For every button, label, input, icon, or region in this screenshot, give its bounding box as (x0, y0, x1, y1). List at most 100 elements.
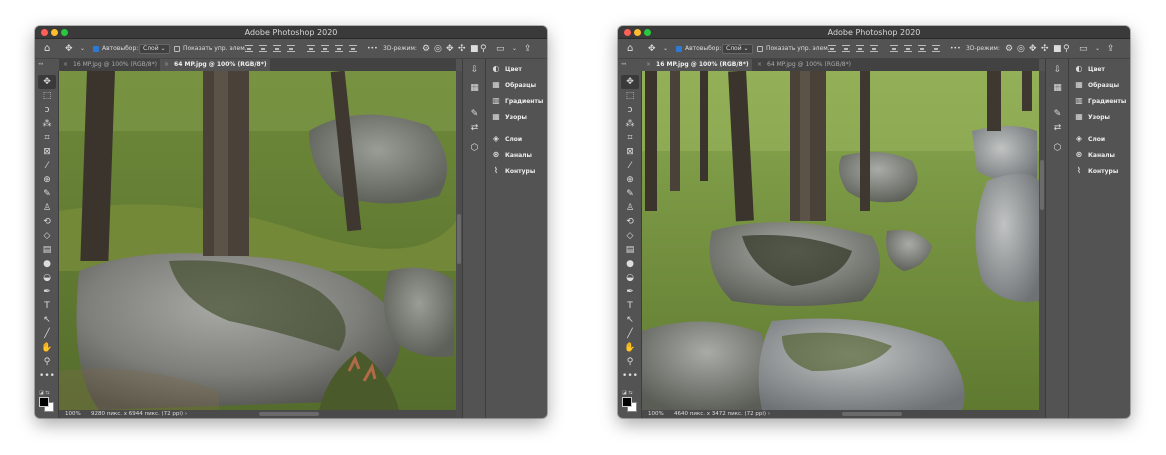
distribute-icon[interactable] (349, 45, 357, 52)
align-top-icon[interactable] (287, 45, 295, 52)
eyedropper-tool-icon[interactable]: ⁄ (38, 159, 56, 173)
brush-settings-icon[interactable]: ✎ (468, 109, 481, 120)
slide-3d-icon[interactable]: ✣ (458, 43, 466, 55)
pan-3d-icon[interactable]: ✥ (446, 43, 454, 55)
hand-tool-icon[interactable]: ✋ (38, 341, 56, 355)
pan-3d-icon[interactable]: ✥ (1029, 43, 1037, 55)
move-tool-icon[interactable]: ✥ (65, 43, 73, 55)
close-icon[interactable]: × (646, 61, 651, 68)
chevron-down-icon[interactable]: ⌄ (1095, 39, 1100, 59)
distribute-icon[interactable] (321, 45, 329, 52)
roll-3d-icon[interactable]: ◎ (1017, 43, 1025, 55)
panel-layers[interactable]: ◈ Слои (491, 133, 522, 145)
camera-3d-icon[interactable]: ■ (1053, 43, 1062, 55)
panel-paths[interactable]: ⌇ Контуры (1074, 165, 1118, 177)
search-icon[interactable]: ⚲ (480, 43, 487, 55)
adjustments-icon[interactable]: ⇄ (468, 123, 481, 134)
lasso-tool-icon[interactable]: ↄ (38, 103, 56, 117)
align-center-icon[interactable] (842, 45, 850, 52)
line-tool-icon[interactable]: ╱ (38, 327, 56, 341)
document-canvas[interactable] (642, 71, 1039, 410)
home-icon[interactable]: ⌂ (44, 43, 56, 55)
properties-icon[interactable]: ▦ (1051, 83, 1064, 94)
blur-tool-icon[interactable]: ● (38, 257, 56, 271)
align-center-icon[interactable] (259, 45, 267, 52)
tab-document[interactable]: × 16 MP.jpg @ 100% (RGB/8*) (59, 59, 159, 71)
align-left-icon[interactable] (828, 45, 836, 52)
tab-document[interactable]: × 64 MP.jpg @ 100% (RGB/8*) (753, 59, 853, 71)
dodge-tool-icon[interactable]: ◒ (38, 271, 56, 285)
blur-tool-icon[interactable]: ● (621, 257, 639, 271)
zoom-level[interactable]: 100% (65, 410, 81, 418)
collapse-icon[interactable]: ◂◂ (38, 61, 43, 67)
distribute-icon[interactable] (932, 45, 940, 52)
chevron-down-icon[interactable]: ⌄ (663, 39, 668, 59)
move-tool-icon[interactable]: ✥ (38, 75, 56, 89)
marquee-tool-icon[interactable]: ⬚ (38, 89, 56, 103)
pen-tool-icon[interactable]: ✒ (38, 285, 56, 299)
zoom-level[interactable]: 100% (648, 410, 664, 418)
crop-tool-icon[interactable]: ⌗ (621, 131, 639, 145)
panel-patterns[interactable]: ▦ Узоры (491, 111, 527, 123)
3d-icon[interactable]: ⬡ (1051, 143, 1064, 154)
hand-tool-icon[interactable]: ✋ (621, 341, 639, 355)
distribute-icon[interactable] (918, 45, 926, 52)
close-icon[interactable]: × (63, 61, 68, 68)
path-select-icon[interactable]: ↖ (621, 313, 639, 327)
document-dimensions[interactable]: 4640 пикс. x 3472 пикс. (72 ppi) › (674, 410, 770, 418)
close-icon[interactable]: × (164, 61, 169, 68)
panel-paths[interactable]: ⌇ Контуры (491, 165, 535, 177)
panel-layers[interactable]: ◈ Слои (1074, 133, 1105, 145)
share-icon[interactable]: ⇪ (1107, 43, 1115, 55)
align-right-icon[interactable] (273, 45, 281, 52)
gradient-tool-icon[interactable]: ▤ (38, 243, 56, 257)
horizontal-scrollbar[interactable] (259, 412, 319, 416)
close-icon[interactable]: × (757, 61, 762, 68)
show-transform-checkbox[interactable] (174, 46, 180, 52)
history-icon[interactable]: ⇩ (468, 65, 481, 76)
chevron-down-icon[interactable]: ⌄ (80, 39, 85, 59)
share-icon[interactable]: ⇪ (524, 43, 532, 55)
autoselect-select[interactable]: Слой ⌄ (722, 44, 753, 54)
eraser-tool-icon[interactable]: ◇ (621, 229, 639, 243)
scroll-thumb[interactable] (457, 214, 461, 264)
foreground-color-swatch[interactable] (622, 397, 632, 407)
home-icon[interactable]: ⌂ (627, 43, 639, 55)
panel-channels[interactable]: ⊛ Каналы (1074, 149, 1115, 161)
align-right-icon[interactable] (856, 45, 864, 52)
more-options-button[interactable]: ••• (367, 39, 378, 59)
title-bar[interactable]: Adobe Photoshop 2020 (35, 26, 547, 39)
panel-swatches[interactable]: ▦ Образцы (491, 79, 536, 91)
title-bar[interactable]: Adobe Photoshop 2020 (618, 26, 1130, 39)
document-canvas[interactable] (59, 71, 456, 410)
marquee-tool-icon[interactable]: ⬚ (621, 89, 639, 103)
roll-3d-icon[interactable]: ◎ (434, 43, 442, 55)
healing-tool-icon[interactable]: ⊕ (38, 173, 56, 187)
orbit-3d-icon[interactable]: ⚙ (1005, 43, 1013, 55)
scroll-thumb[interactable] (1040, 160, 1044, 210)
search-icon[interactable]: ⚲ (1063, 43, 1070, 55)
lasso-tool-icon[interactable]: ↄ (621, 103, 639, 117)
gradient-tool-icon[interactable]: ▤ (621, 243, 639, 257)
distribute-icon[interactable] (307, 45, 315, 52)
align-left-icon[interactable] (245, 45, 253, 52)
autoselect-checkbox[interactable] (93, 46, 99, 52)
panel-gradients[interactable]: ▥ Градиенты (491, 95, 543, 107)
slide-3d-icon[interactable]: ✣ (1041, 43, 1049, 55)
tab-document[interactable]: × 16 MP.jpg @ 100% (RGB/8*) (642, 59, 752, 71)
stamp-tool-icon[interactable]: ♙ (38, 201, 56, 215)
frame-tool-icon[interactable]: ⊠ (621, 145, 639, 159)
document-dimensions[interactable]: 9280 пикс. x 6944 пикс. (72 ppi) › (91, 410, 187, 418)
properties-icon[interactable]: ▦ (468, 83, 481, 94)
healing-tool-icon[interactable]: ⊕ (621, 173, 639, 187)
workspace-icon[interactable]: ▭ (496, 43, 505, 55)
swap-colors-icon[interactable]: ◪ ⇆ (622, 390, 633, 396)
adjustments-icon[interactable]: ⇄ (1051, 123, 1064, 134)
history-brush-icon[interactable]: ⟲ (38, 215, 56, 229)
brush-settings-icon[interactable]: ✎ (1051, 109, 1064, 120)
camera-3d-icon[interactable]: ■ (470, 43, 479, 55)
panel-patterns[interactable]: ▦ Узоры (1074, 111, 1110, 123)
foreground-color-swatch[interactable] (39, 397, 49, 407)
more-options-button[interactable]: ••• (950, 39, 961, 59)
history-brush-icon[interactable]: ⟲ (621, 215, 639, 229)
